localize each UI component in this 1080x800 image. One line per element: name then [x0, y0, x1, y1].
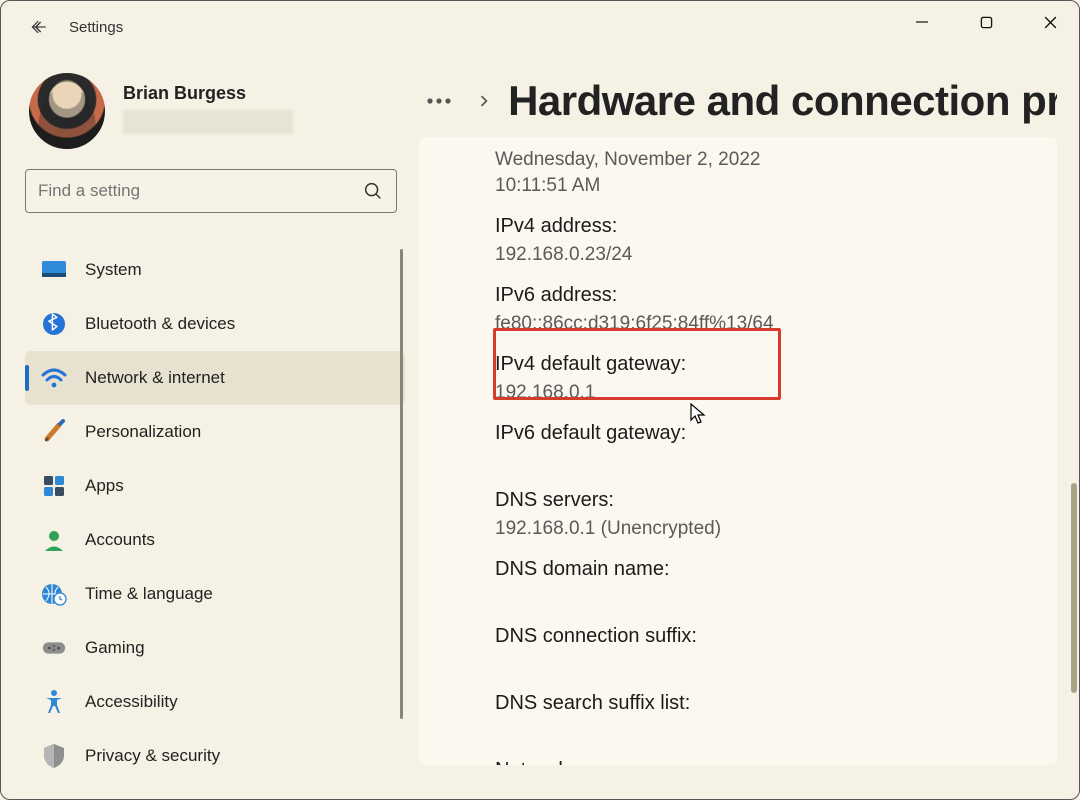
search-input[interactable] [38, 181, 362, 201]
sidebar: Brian Burgess System Bluetooth & devices… [1, 53, 409, 799]
maximize-button[interactable] [971, 7, 1001, 37]
ipv4-address-value: 192.168.0.23/24 [495, 244, 999, 266]
more-horizontal-icon [426, 97, 452, 105]
main-content: Hardware and connection pro Wednesday, N… [409, 53, 1079, 799]
sidebar-item-label: System [85, 260, 142, 280]
paintbrush-icon [41, 419, 67, 445]
close-icon [1043, 15, 1058, 30]
shield-icon [41, 743, 67, 769]
sidebar-item-personalization[interactable]: Personalization [25, 405, 405, 459]
ipv4-gateway-label: IPv4 default gateway: [495, 353, 999, 376]
system-icon [41, 257, 67, 283]
ipv6-address-label: IPv6 address: [495, 284, 999, 307]
ipv4-gateway-value: 192.168.0.1 [495, 382, 999, 404]
wifi-icon [41, 365, 67, 391]
maximize-icon [980, 16, 993, 29]
sidebar-item-label: Time & language [85, 584, 213, 604]
dns-domain-label: DNS domain name: [495, 558, 999, 581]
bluetooth-icon [41, 311, 67, 337]
app-title: Settings [69, 19, 123, 36]
sidebar-item-bluetooth[interactable]: Bluetooth & devices [25, 297, 405, 351]
search-box[interactable] [25, 169, 397, 213]
search-icon [362, 180, 384, 202]
page-title: Hardware and connection pro [508, 77, 1057, 125]
page-header: Hardware and connection pro [419, 77, 1057, 125]
sidebar-item-privacy[interactable]: Privacy & security [25, 729, 405, 783]
dns-search-label: DNS search suffix list: [495, 692, 999, 715]
dns-suffix-label: DNS connection suffix: [495, 625, 999, 648]
dns-servers-label: DNS servers: [495, 489, 999, 512]
profile-email-redacted [123, 110, 293, 134]
sidebar-item-gaming[interactable]: Gaming [25, 621, 405, 675]
person-icon [41, 527, 67, 553]
more-button[interactable] [419, 80, 459, 122]
profile-name: Brian Burgess [123, 83, 293, 104]
gamepad-icon [41, 635, 67, 661]
sidebar-item-apps[interactable]: Apps [25, 459, 405, 513]
close-button[interactable] [1035, 7, 1065, 37]
ipv4-address-label: IPv4 address: [495, 215, 999, 238]
window-controls [907, 7, 1065, 37]
avatar [27, 71, 107, 151]
sidebar-item-label: Accessibility [85, 692, 178, 712]
sidebar-item-label: Privacy & security [85, 746, 220, 766]
sidebar-item-accounts[interactable]: Accounts [25, 513, 405, 567]
details-card: Wednesday, November 2, 2022 10:11:51 AM … [419, 137, 1057, 765]
sidebar-item-system[interactable]: System [25, 243, 405, 297]
ipv6-gateway-label: IPv6 default gateway: [495, 422, 999, 445]
sidebar-item-network[interactable]: Network & internet [25, 351, 405, 405]
network-name-label: Network name: [495, 759, 999, 765]
profile-block[interactable]: Brian Burgess [27, 71, 399, 151]
chevron-right-icon [477, 94, 490, 108]
timestamp-time: 10:11:51 AM [495, 175, 999, 197]
accessibility-icon [41, 689, 67, 715]
sidebar-item-accessibility[interactable]: Accessibility [25, 675, 405, 729]
sidebar-item-label: Bluetooth & devices [85, 314, 235, 334]
timestamp-date: Wednesday, November 2, 2022 [495, 149, 999, 171]
minimize-button[interactable] [907, 7, 937, 37]
scrollbar[interactable] [1071, 483, 1077, 693]
sidebar-item-label: Accounts [85, 530, 155, 550]
sidebar-item-label: Network & internet [85, 368, 225, 388]
dns-servers-value: 192.168.0.1 (Unencrypted) [495, 518, 999, 540]
globe-clock-icon [41, 581, 67, 607]
ipv6-address-value: fe80::86cc:d319:6f25:84ff%13/64 [495, 313, 999, 335]
nav-list: System Bluetooth & devices Network & int… [25, 243, 405, 799]
back-button[interactable] [21, 9, 57, 45]
apps-icon [41, 473, 67, 499]
sidebar-item-label: Apps [85, 476, 124, 496]
sidebar-item-label: Gaming [85, 638, 145, 658]
sidebar-item-label: Personalization [85, 422, 201, 442]
minimize-icon [915, 15, 929, 29]
sidebar-item-time-language[interactable]: Time & language [25, 567, 405, 621]
